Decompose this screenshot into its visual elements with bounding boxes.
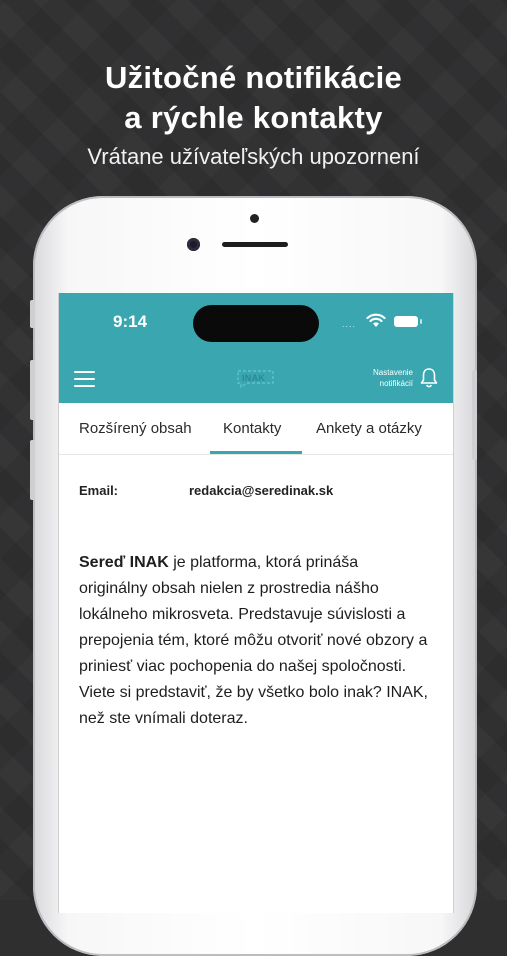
status-time: 9:14 [113, 312, 148, 331]
email-row: Email: redakcia@seredinak.sk [79, 483, 429, 501]
app-screen: 9:14 .... INAK Nastavenie notifikácií Ro… [58, 293, 454, 913]
phone-volume-down [30, 440, 35, 500]
email-link[interactable]: redakcia@seredinak.sk [189, 483, 333, 498]
wifi-icon [366, 313, 386, 327]
headline-line-1: Užitočné notifikácie [104, 60, 403, 95]
headline-line-2: a rýchle kontakty [124, 100, 383, 135]
settings-label-line-1: Nastavenie [372, 368, 413, 377]
tab-extended-content[interactable]: Rozšírený obsah [79, 420, 192, 437]
headline-subtitle: Vrátane užívateľských upozornení [87, 144, 420, 169]
notification-settings-link[interactable]: Nastavenie notifikácií [349, 367, 413, 389]
tab-bar: Rozšírený obsah Kontakty Ankety a otázky [59, 403, 453, 455]
phone-volume-up [30, 360, 35, 420]
battery-tip [420, 319, 422, 324]
brand-name: Sereď INAK [79, 554, 169, 571]
sensor-dot [250, 214, 259, 223]
battery-icon [394, 316, 418, 327]
settings-label-line-2: notifikácií [379, 379, 413, 388]
phone-power-button [472, 370, 477, 460]
about-paragraph: Sereď INAK je platforma, ktorá prináša o… [79, 550, 429, 732]
front-camera-icon [187, 238, 200, 251]
email-label: Email: [79, 483, 119, 498]
active-tab-indicator [210, 451, 302, 454]
signal-icon: .... [342, 319, 357, 329]
app-logo: INAK [235, 368, 277, 389]
bell-icon[interactable] [420, 367, 438, 389]
app-logo-text: INAK [242, 373, 266, 383]
hamburger-menu-icon[interactable] [74, 371, 95, 387]
earpiece-speaker [222, 242, 288, 247]
app-header: INAK Nastavenie notifikácií [59, 356, 453, 403]
about-text: je platforma, ktorá prináša originálny o… [79, 554, 428, 727]
tab-polls-questions[interactable]: Ankety a otázky [316, 420, 422, 437]
status-bar: 9:14 .... [59, 293, 453, 356]
contacts-content: Email: redakcia@seredinak.sk Sereď INAK … [79, 483, 429, 727]
dynamic-island [193, 305, 319, 342]
promo-headline: Užitočné notifikácie a rýchle kontakty V… [0, 58, 507, 172]
tab-contacts[interactable]: Kontakty [223, 420, 281, 437]
phone-side-button [30, 300, 35, 328]
